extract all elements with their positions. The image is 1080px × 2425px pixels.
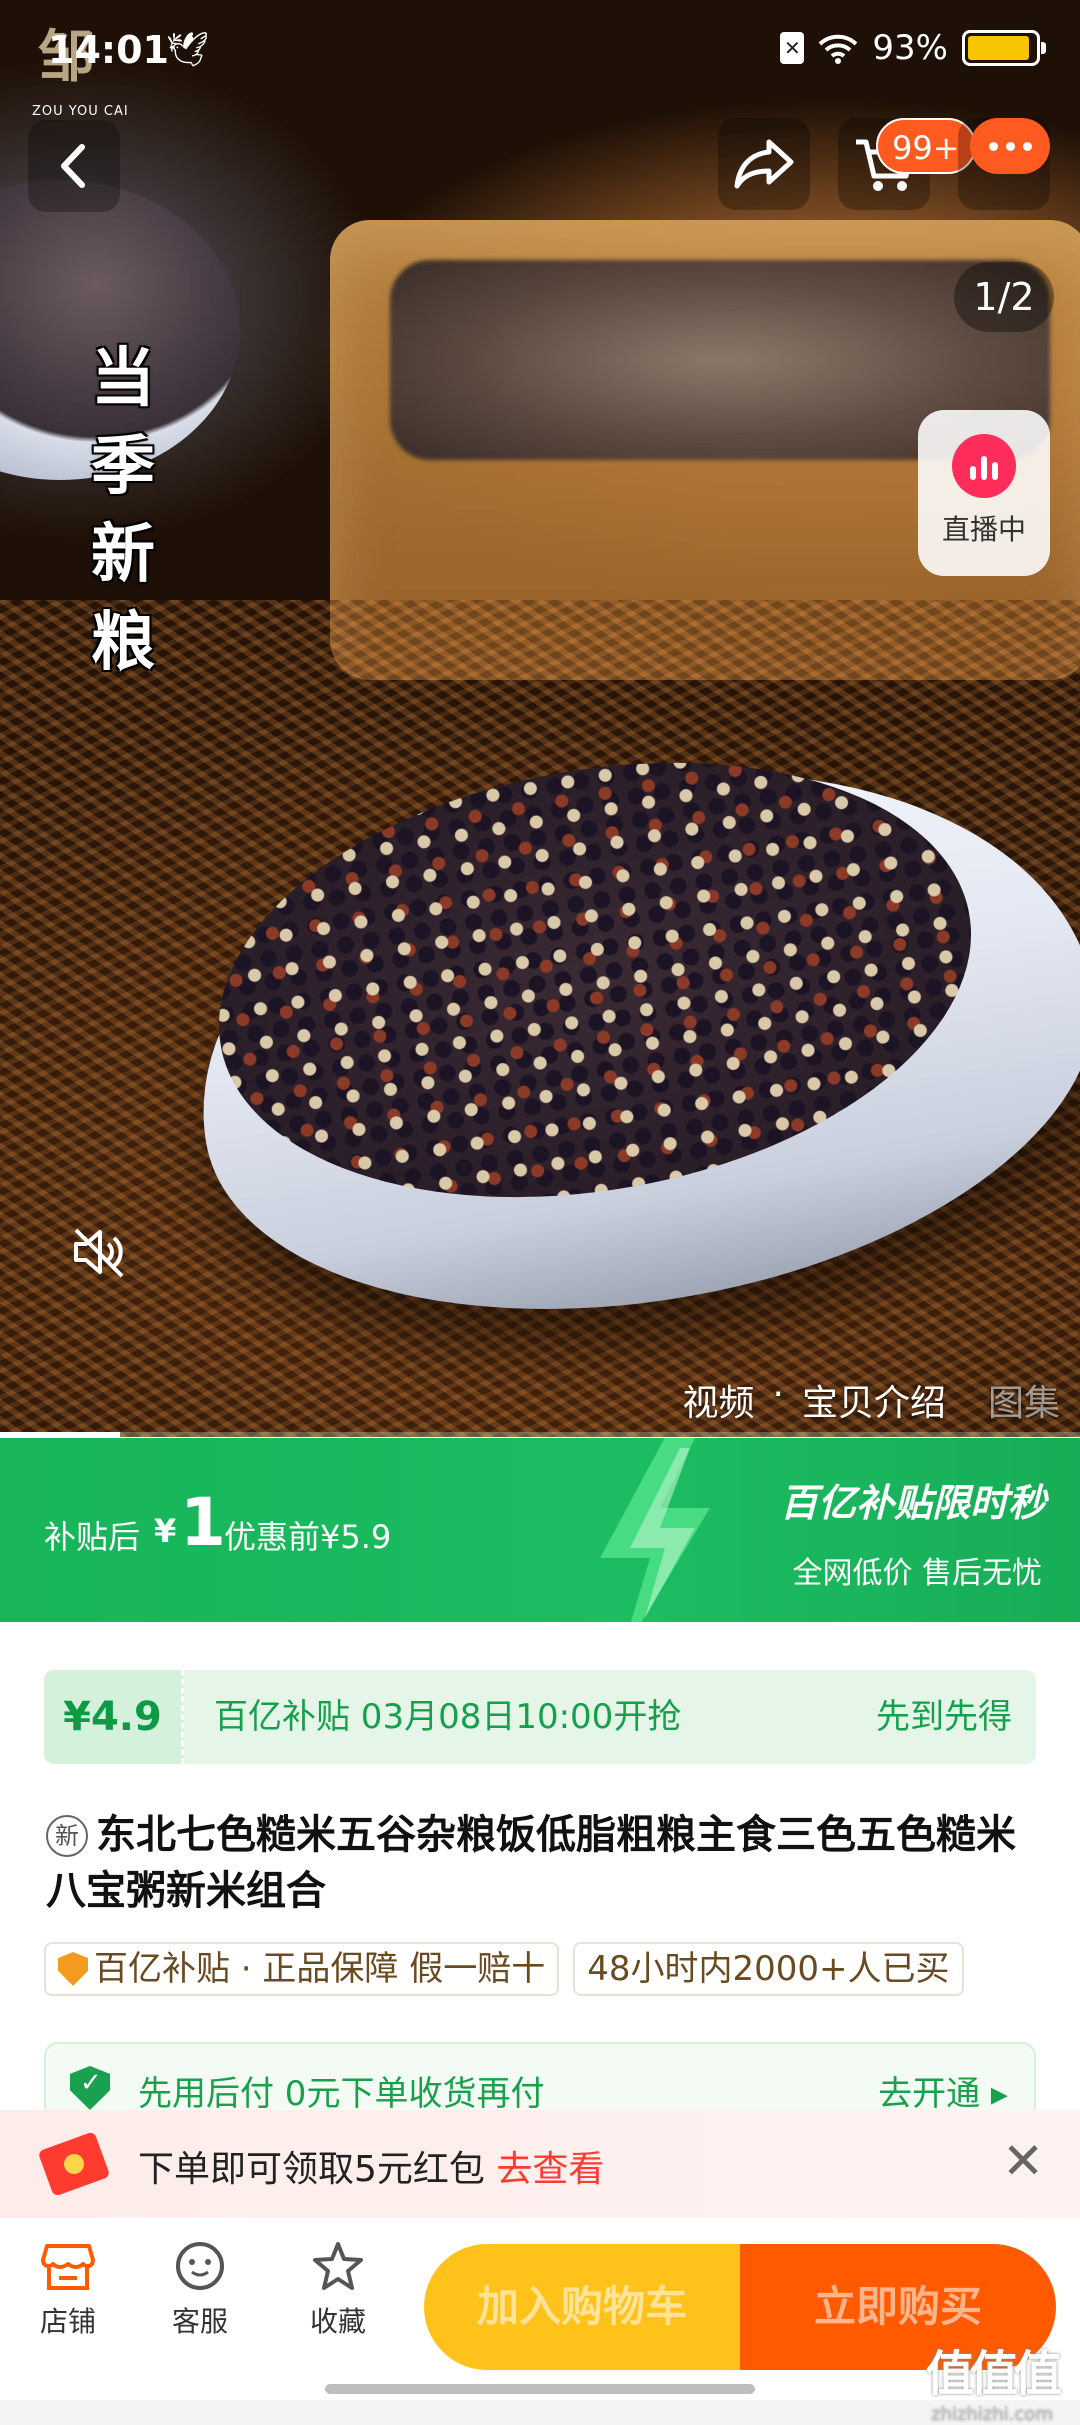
battery-icon — [962, 30, 1046, 66]
speaker-muted-icon — [74, 1228, 124, 1278]
more-icon — [970, 118, 1050, 174]
check-shield-icon — [70, 2066, 110, 2110]
red-packet-message: 下单即可领取5元红包 去查看 — [138, 2149, 605, 2190]
share-icon — [734, 139, 794, 189]
favorite-button[interactable]: 收藏 — [278, 2240, 398, 2340]
media-tabs: 视频 · 宝贝介绍 图集 — [683, 1374, 1061, 1426]
subsidy-schedule-row[interactable]: ¥4.9 百亿补贴 03月08日10:00开抢 先到先得 — [44, 1670, 1036, 1764]
home-indicator[interactable] — [325, 2384, 755, 2394]
back-button[interactable] — [28, 120, 120, 212]
live-stream-button[interactable]: 直播中 — [918, 410, 1050, 576]
pay-later-text: 先用后付 0元下单收货再付 — [138, 2074, 545, 2114]
sales-tag: 48小时内2000+人已买 — [573, 1942, 964, 1996]
close-icon[interactable]: ✕ — [1002, 2136, 1044, 2186]
live-bars-icon — [952, 434, 1016, 498]
chat-face-icon — [176, 2242, 224, 2290]
notification-bird-icon: 🕊 — [166, 30, 210, 70]
shield-icon — [58, 1952, 88, 1986]
red-packet-strip[interactable]: 下单即可领取5元红包 去查看 ✕ — [0, 2110, 1080, 2218]
share-button[interactable] — [718, 118, 810, 210]
no-sim-icon: ✕ — [780, 32, 805, 64]
guarantee-tag[interactable]: 百亿补贴 · 正品保障 假一赔十 — [44, 1942, 560, 1996]
favorite-label: 收藏 — [309, 2305, 366, 2338]
after-subsidy-label: 补贴后 — [44, 1518, 141, 1556]
tag-row: 百亿补贴 · 正品保障 假一赔十 48小时内2000+人已买 — [44, 1942, 964, 1996]
chevron-left-icon — [61, 144, 85, 188]
subsidy-promo-banner: 补贴后 ¥ 1 优惠前¥5.9 百亿补贴限时秒 全网低价 售后无忧 — [0, 1438, 1080, 1622]
tab-intro[interactable]: 宝贝介绍 — [802, 1374, 946, 1426]
mute-button[interactable] — [70, 1222, 130, 1282]
original-price: 优惠前¥5.9 — [224, 1518, 392, 1556]
subsidy-price: 1 — [180, 1484, 226, 1561]
wifi-icon — [819, 34, 858, 64]
promo-slogan: 百亿补贴限时秒 — [779, 1481, 1046, 1525]
hero-overlay-title: 当季新粮 — [91, 341, 155, 680]
live-label: 直播中 — [941, 513, 1026, 546]
bottom-action-bar: 店铺 客服 收藏 加入购物车 立即购买 — [0, 2218, 1080, 2400]
product-image-carousel[interactable] — [0, 0, 1080, 1437]
product-title: 东北七色糙米五谷杂粮饭低脂粗粮主食三色五色糙米八宝粥新米组合 — [46, 1812, 1016, 1914]
subsidy-row-price: ¥4.9 — [44, 1670, 184, 1764]
red-envelope-icon — [37, 2131, 111, 2197]
guarantee-text: 百亿补贴 · 正品保障 假一赔十 — [94, 1949, 546, 1989]
new-badge-icon: 新 — [46, 1815, 88, 1857]
promo-sub: 全网低价 售后无忧 — [792, 1556, 1042, 1591]
shop-button[interactable]: 店铺 — [8, 2240, 128, 2340]
product-title-block: 新东北七色糙米五谷杂粮饭低脂粗粮主食三色五色糙米八宝粥新米组合 — [46, 1807, 1046, 1919]
subsidy-row-info: 百亿补贴 03月08日10:00开抢 — [214, 1697, 682, 1737]
status-bar: 邹 ZOU YOU CAI 14:01 🕊 ✕ 93% — [0, 0, 1080, 119]
tab-gallery[interactable]: 图集 — [988, 1374, 1060, 1426]
status-time: 14:01 — [48, 28, 169, 72]
lightning-icon — [600, 1438, 710, 1622]
tab-separator: · — [772, 1374, 784, 1415]
customer-service-button[interactable]: 客服 — [140, 2240, 260, 2340]
star-icon — [313, 2242, 363, 2290]
currency-symbol: ¥ — [154, 1512, 177, 1550]
tab-video[interactable]: 视频 — [683, 1374, 755, 1426]
shop-label: 店铺 — [39, 2305, 96, 2338]
product-info-card: ¥4.9 百亿补贴 03月08日10:00开抢 先到先得 新东北七色糙米五谷杂粮… — [0, 1622, 1080, 2132]
pay-later-action[interactable]: 去开通 ▸ — [878, 2066, 1008, 2115]
add-to-cart-button[interactable]: 加入购物车 — [424, 2244, 740, 2370]
battery-percent: 93% — [872, 28, 948, 68]
sales-text: 48小时内2000+人已买 — [587, 1949, 950, 1989]
service-label: 客服 — [171, 2305, 228, 2338]
image-pager: 1/2 — [954, 262, 1054, 332]
red-packet-link[interactable]: 去查看 — [496, 2149, 604, 2190]
watermark: 值值值 zhizhizhi.com — [925, 2346, 1062, 2425]
subsidy-row-first: 先到先得 — [876, 1697, 1012, 1737]
shop-icon — [41, 2244, 95, 2290]
